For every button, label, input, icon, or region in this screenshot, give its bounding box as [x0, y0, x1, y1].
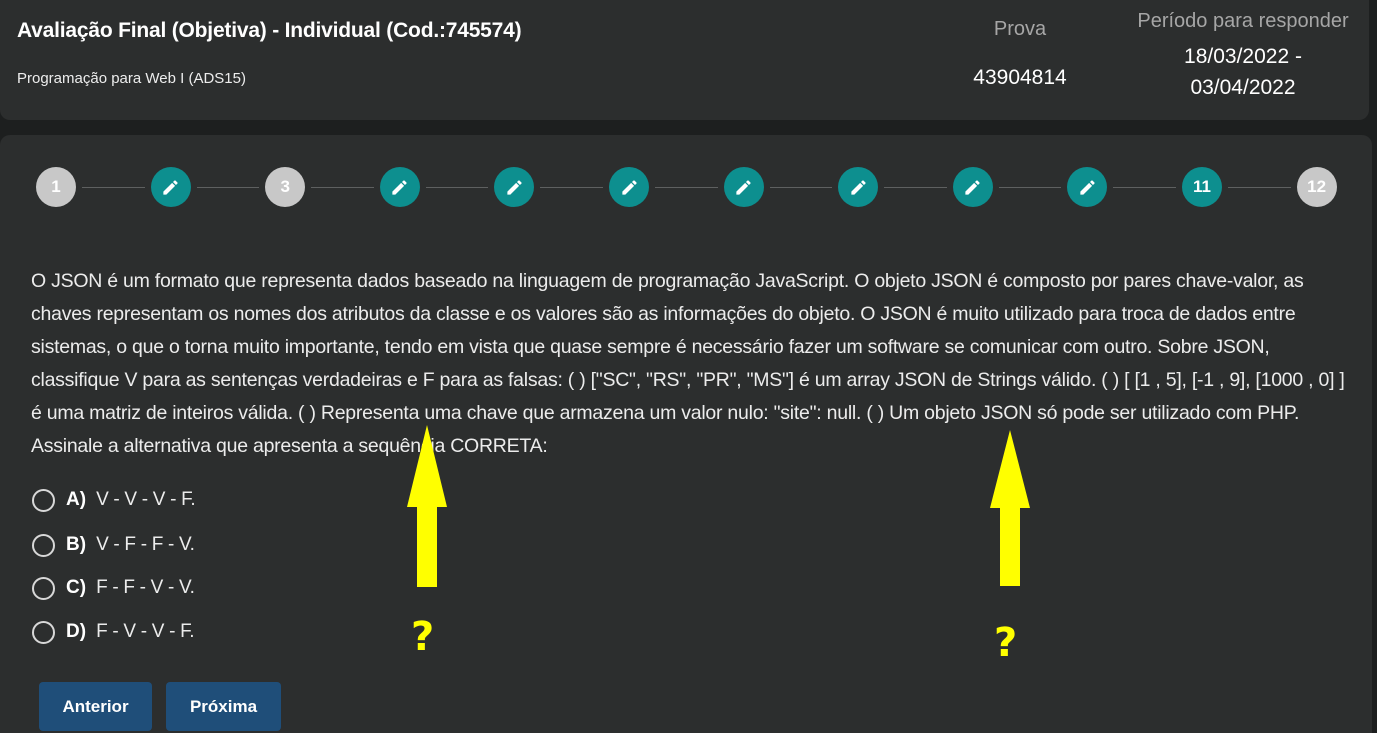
- step-connector: [655, 187, 718, 188]
- step-8[interactable]: [838, 167, 879, 207]
- question-text: O JSON é um formato que representa dados…: [31, 270, 1345, 457]
- radio-button[interactable]: [32, 576, 55, 600]
- option-text: V - F - F - V.: [96, 534, 195, 555]
- next-button[interactable]: Próxima: [166, 682, 281, 731]
- step-7[interactable]: [723, 167, 764, 207]
- step-5[interactable]: [494, 167, 535, 207]
- previous-button[interactable]: Anterior: [39, 682, 152, 731]
- pencil-icon: [851, 179, 866, 195]
- step-connector: [425, 187, 489, 188]
- option-b[interactable]: B) V - F - F - V.: [32, 530, 195, 560]
- option-text: F - F - V - V.: [96, 577, 195, 598]
- step-1[interactable]: 1: [36, 167, 76, 207]
- step-label: 11: [1193, 177, 1211, 196]
- pencil-icon: [392, 179, 407, 195]
- option-a[interactable]: A) V - V - V - F.: [32, 485, 196, 515]
- step-connector: [998, 187, 1062, 188]
- radio-button[interactable]: [32, 533, 55, 557]
- step-connector: [1228, 187, 1291, 188]
- option-letter: A): [66, 489, 87, 510]
- up-arrow-annotation: [407, 425, 447, 587]
- step-connector: [884, 187, 947, 188]
- step-connector: [540, 187, 603, 188]
- step-connector: [769, 187, 833, 188]
- step-9[interactable]: [952, 167, 993, 207]
- step-connector: [311, 187, 374, 188]
- step-4[interactable]: [379, 167, 420, 207]
- question-mark-annotation: ?: [994, 620, 1018, 666]
- prova-label: Prova: [993, 18, 1047, 40]
- step-connector: [82, 187, 145, 188]
- step-connector: [1113, 187, 1176, 188]
- radio-button[interactable]: [32, 620, 55, 644]
- exam-header: Avaliação Final (Objetiva) - Individual …: [0, 0, 1369, 120]
- pencil-icon: [507, 179, 522, 195]
- radio-button[interactable]: [32, 488, 55, 512]
- pencil-icon: [621, 179, 637, 195]
- up-arrow-annotation: [990, 430, 1030, 586]
- period-label: Período para responder: [1137, 10, 1349, 32]
- step-2[interactable]: [150, 167, 191, 207]
- option-text: F - V - V - F.: [96, 621, 195, 642]
- prova-number: 43904814: [973, 66, 1067, 89]
- pencil-icon: [736, 179, 751, 195]
- period-dates: 18/03/2022 - 03/04/2022: [1138, 41, 1348, 103]
- step-3[interactable]: 3: [265, 167, 306, 207]
- step-12[interactable]: 12: [1296, 167, 1337, 207]
- step-label: 3: [280, 177, 290, 196]
- step-11[interactable]: 11: [1182, 167, 1222, 207]
- pencil-icon: [965, 179, 980, 195]
- course-name: Programação para Web I (ADS15): [17, 70, 246, 87]
- question-panel: 1 3 11 12 O JSON é um formato que represent…: [0, 135, 1372, 733]
- option-letter: D): [66, 621, 87, 642]
- step-10[interactable]: [1067, 167, 1108, 207]
- step-connector: [196, 187, 260, 188]
- question-mark-annotation: ?: [411, 614, 435, 660]
- option-d[interactable]: D) F - V - V - F.: [32, 617, 195, 647]
- step-label: 12: [1307, 177, 1327, 196]
- option-letter: C): [66, 577, 87, 598]
- option-letter: B): [66, 534, 87, 555]
- pencil-icon: [1080, 179, 1095, 195]
- period-end: 03/04/2022: [1190, 76, 1296, 99]
- step-label: 1: [51, 177, 61, 196]
- question-stepper: 1 3 11 12: [0, 135, 1372, 245]
- exam-title: Avaliação Final (Objetiva) - Individual …: [17, 19, 522, 42]
- option-c[interactable]: C) F - F - V - V.: [32, 573, 195, 603]
- pencil-icon: [163, 179, 178, 195]
- option-text: V - V - V - F.: [96, 489, 196, 510]
- step-6[interactable]: [609, 167, 649, 207]
- period-start: 18/03/2022 -: [1184, 45, 1302, 68]
